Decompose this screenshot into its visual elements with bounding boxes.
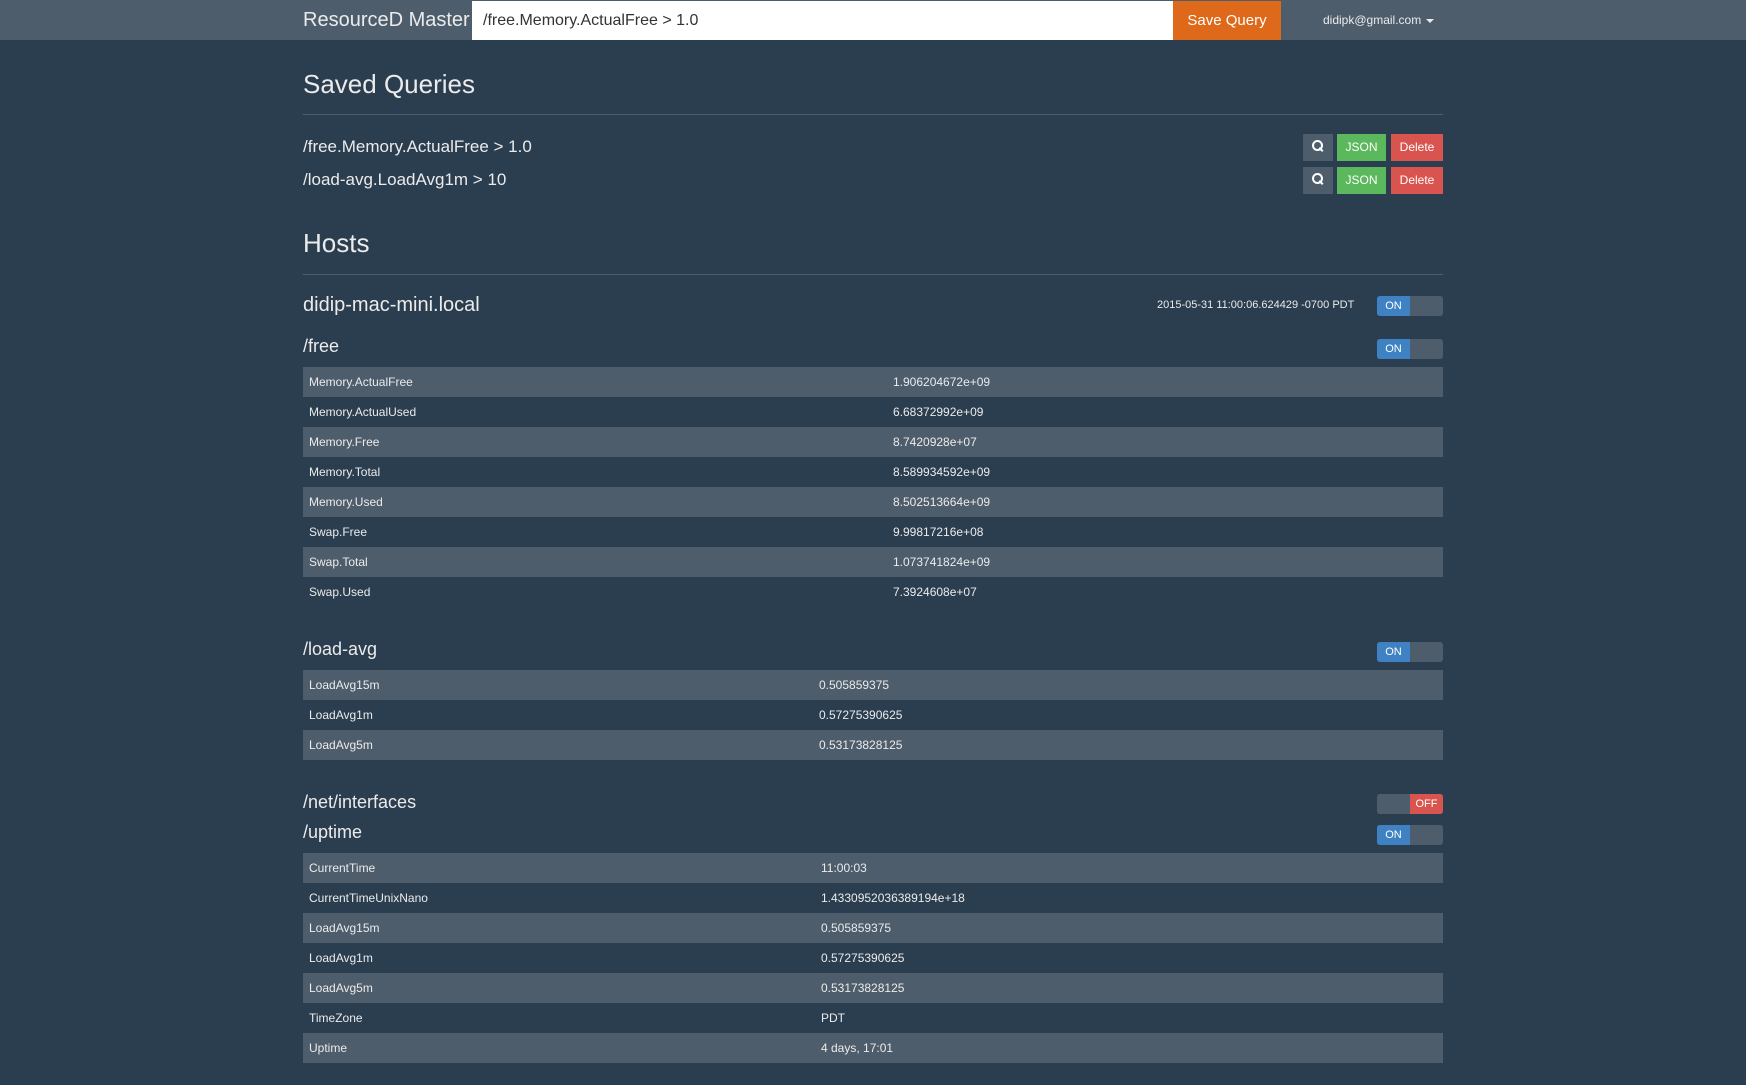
saved-query-text: /free.Memory.ActualFree > 1.0 [303, 137, 532, 156]
json-button[interactable]: JSON [1337, 134, 1386, 161]
toggle-on-label: ON [1377, 339, 1410, 359]
table-row: TimeZone PDT [303, 1003, 1443, 1033]
table-row: CurrentTime 11:00:03 [303, 853, 1443, 883]
search-icon [1312, 140, 1324, 152]
table-row: LoadAvg15m 0.505859375 [303, 913, 1443, 943]
toggle-on-label: ON [1377, 296, 1410, 316]
metric-value: 1.4330952036389194e+18 [815, 883, 1443, 913]
table-row: Memory.ActualUsed 6.68372992e+09 [303, 397, 1443, 427]
navbar: ResourceD Master Save Query didipk@gmail… [0, 0, 1746, 40]
reader-toggle-net-interfaces[interactable]: OFF [1377, 794, 1443, 814]
table-row: Memory.Total 8.589934592e+09 [303, 457, 1443, 487]
host-timestamp: 2015-05-31 11:00:06.624429 -0700 PDT [1157, 299, 1355, 311]
metric-key: LoadAvg5m [303, 973, 815, 1003]
saved-queries-title: Saved Queries [303, 69, 475, 99]
metric-key: LoadAvg1m [303, 700, 813, 730]
table-row: LoadAvg1m 0.57275390625 [303, 943, 1443, 973]
metric-key: LoadAvg5m [303, 730, 813, 760]
table-row: Uptime 4 days, 17:01 [303, 1033, 1443, 1063]
reader-toggle-load-avg[interactable]: ON [1377, 642, 1443, 662]
json-button[interactable]: JSON [1337, 167, 1386, 194]
metric-value: PDT [815, 1003, 1443, 1033]
metric-key: Memory.ActualUsed [303, 397, 887, 427]
metric-value: 8.7420928e+07 [887, 427, 1443, 457]
table-row: LoadAvg5m 0.53173828125 [303, 730, 1443, 760]
table-row: Memory.Free 8.7420928e+07 [303, 427, 1443, 457]
table-row: LoadAvg1m 0.57275390625 [303, 700, 1443, 730]
metric-value: 8.502513664e+09 [887, 487, 1443, 517]
metric-value: 0.505859375 [813, 670, 1443, 700]
table-row: Swap.Total 1.073741824e+09 [303, 547, 1443, 577]
metric-key: Memory.Total [303, 457, 887, 487]
metric-key: Swap.Used [303, 577, 887, 607]
saved-query-text: /load-avg.LoadAvg1m > 10 [303, 170, 507, 189]
toggle-on-label: ON [1377, 825, 1410, 845]
metric-key: CurrentTime [303, 853, 815, 883]
free-table: Memory.ActualFree 1.906204672e+09 Memory.… [303, 367, 1443, 607]
caret-down-icon [1426, 18, 1435, 23]
toggle-off-label: OFF [1410, 794, 1443, 814]
reader-path-uptime: /uptime [303, 822, 363, 842]
table-row: LoadAvg15m 0.505859375 [303, 670, 1443, 700]
divider [303, 114, 1443, 115]
user-menu[interactable]: didipk@gmail.com [1323, 0, 1435, 40]
metric-value: 6.68372992e+09 [887, 397, 1443, 427]
metric-value: 1.073741824e+09 [887, 547, 1443, 577]
search-query-button[interactable] [1303, 167, 1333, 194]
metric-key: Swap.Total [303, 547, 887, 577]
table-row: CurrentTimeUnixNano 1.4330952036389194e+1… [303, 883, 1443, 913]
search-icon [1312, 173, 1324, 185]
metric-value: 9.99817216e+08 [887, 517, 1443, 547]
metric-value: 11:00:03 [815, 853, 1443, 883]
table-row: Memory.Used 8.502513664e+09 [303, 487, 1443, 517]
metric-value: 0.505859375 [815, 913, 1443, 943]
hosts-title: Hosts [303, 228, 370, 258]
metric-value: 0.57275390625 [813, 700, 1443, 730]
host-name: didip-mac-mini.local [303, 294, 480, 316]
metric-key: Memory.Free [303, 427, 887, 457]
search-query-button[interactable] [1303, 134, 1333, 161]
metric-key: Memory.ActualFree [303, 367, 887, 397]
metric-value: 7.3924608e+07 [887, 577, 1443, 607]
host-toggle[interactable]: ON [1377, 296, 1443, 316]
metric-key: LoadAvg15m [303, 670, 813, 700]
brand-logo[interactable]: ResourceD Master [303, 0, 470, 40]
metric-value: 1.906204672e+09 [887, 367, 1443, 397]
metric-key: Memory.Used [303, 487, 887, 517]
reader-path-net-interfaces: /net/interfaces [303, 792, 417, 812]
table-row: LoadAvg5m 0.53173828125 [303, 973, 1443, 1003]
reader-toggle-free[interactable]: ON [1377, 339, 1443, 359]
table-row: Swap.Free 9.99817216e+08 [303, 517, 1443, 547]
user-email: didipk@gmail.com [1323, 13, 1422, 27]
load-avg-table: LoadAvg15m 0.505859375 LoadAvg1m 0.5727539… [303, 670, 1443, 760]
metric-key: LoadAvg15m [303, 913, 815, 943]
save-query-button[interactable]: Save Query [1173, 1, 1281, 40]
reader-path-load-avg: /load-avg [303, 639, 378, 659]
metric-value: 4 days, 17:01 [815, 1033, 1443, 1063]
uptime-table: CurrentTime 11:00:03 CurrentTimeUnixNano 1… [303, 853, 1443, 1063]
delete-button[interactable]: Delete [1391, 134, 1443, 161]
metric-key: LoadAvg1m [303, 943, 815, 973]
metric-value: 8.589934592e+09 [887, 457, 1443, 487]
metric-key: Uptime [303, 1033, 815, 1063]
divider [303, 274, 1443, 275]
reader-toggle-uptime[interactable]: ON [1377, 825, 1443, 845]
reader-path-free: /free [303, 336, 340, 356]
delete-button[interactable]: Delete [1391, 167, 1443, 194]
metric-key: TimeZone [303, 1003, 815, 1033]
table-row: Swap.Used 7.3924608e+07 [303, 577, 1443, 607]
metric-key: Swap.Free [303, 517, 887, 547]
metric-value: 0.57275390625 [815, 943, 1443, 973]
table-row: Memory.ActualFree 1.906204672e+09 [303, 367, 1443, 397]
metric-value: 0.53173828125 [813, 730, 1443, 760]
toggle-on-label: ON [1377, 642, 1410, 662]
metric-value: 0.53173828125 [815, 973, 1443, 1003]
query-input[interactable] [472, 1, 1173, 40]
metric-key: CurrentTimeUnixNano [303, 883, 815, 913]
